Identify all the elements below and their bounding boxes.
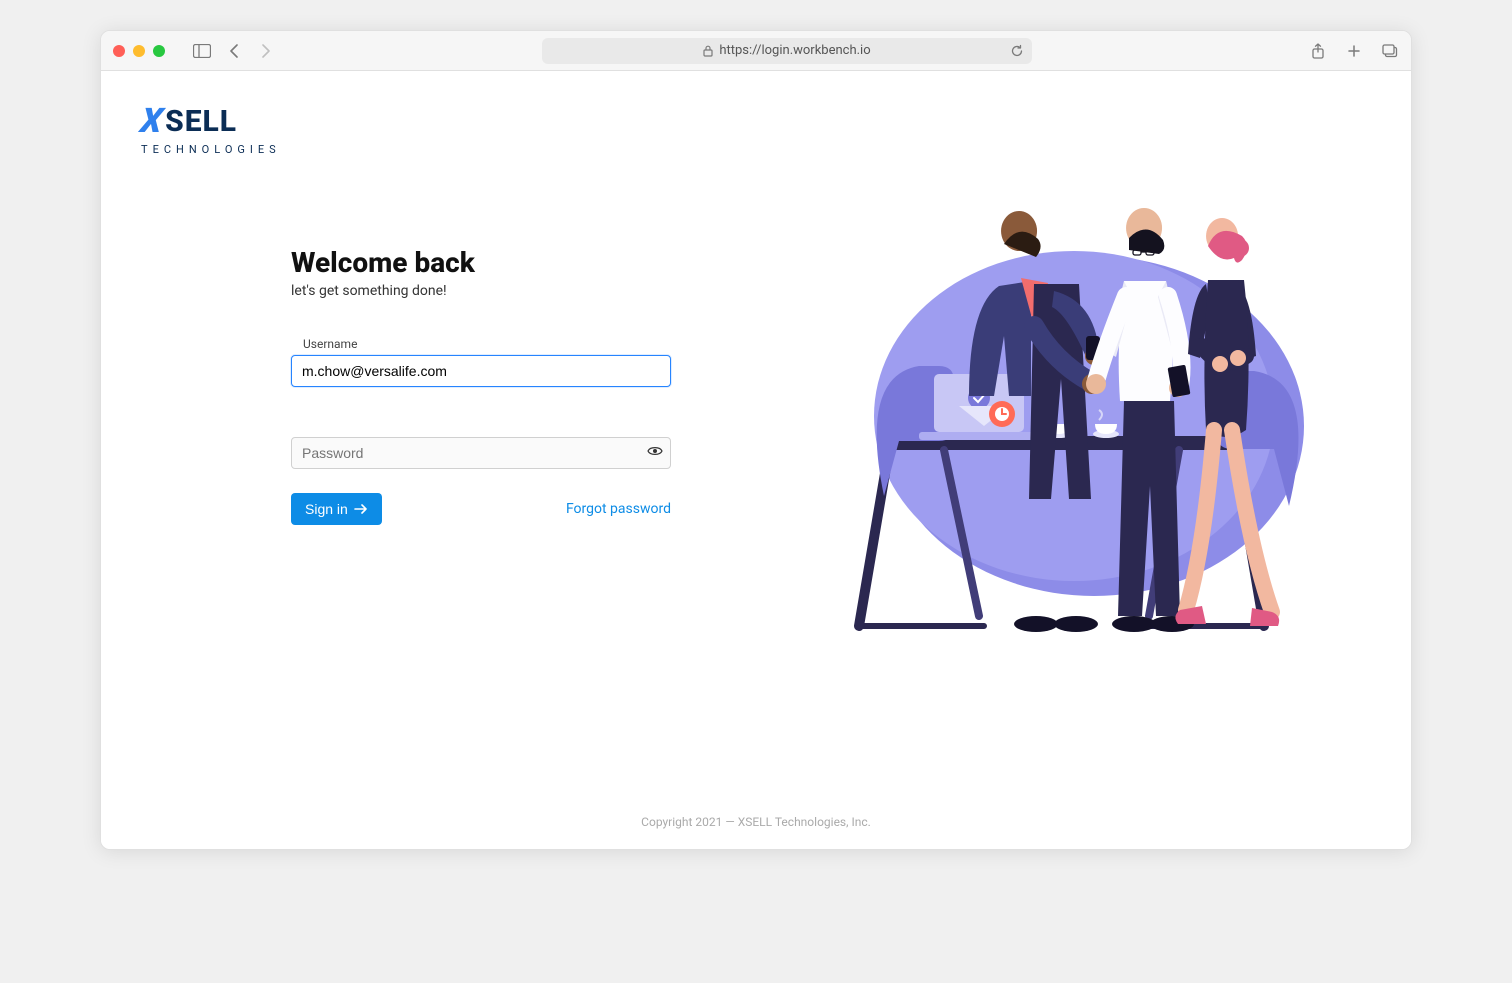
- forgot-password-link[interactable]: Forgot password: [566, 501, 671, 517]
- tabs-overview-icon[interactable]: [1381, 42, 1399, 60]
- window-controls: [113, 45, 165, 57]
- browser-window: https://login.workbench.io XSELL TE: [100, 30, 1412, 850]
- show-password-icon[interactable]: [647, 445, 663, 457]
- toolbar-right: [1309, 42, 1399, 60]
- browser-titlebar: https://login.workbench.io: [101, 31, 1411, 71]
- brand-logo: XSELL TECHNOLOGIES: [101, 71, 1411, 156]
- toolbar-left: [193, 42, 275, 60]
- new-tab-icon[interactable]: [1345, 42, 1363, 60]
- address-bar[interactable]: https://login.workbench.io: [542, 38, 1032, 64]
- username-label: Username: [303, 337, 756, 351]
- reload-icon[interactable]: [1010, 44, 1024, 58]
- page-content: XSELL TECHNOLOGIES Welcome back let's ge…: [101, 71, 1411, 849]
- footer-copyright: Copyright 2021 — XSELL Technologies, Inc…: [101, 795, 1411, 849]
- sidebar-toggle-icon[interactable]: [193, 42, 211, 60]
- maximize-window-button[interactable]: [153, 45, 165, 57]
- hero-illustration: [824, 196, 1344, 636]
- minimize-window-button[interactable]: [133, 45, 145, 57]
- logo-main: SELL: [165, 104, 237, 139]
- forward-button-icon[interactable]: [257, 42, 275, 60]
- arrow-right-icon: [354, 503, 368, 515]
- form-actions: Sign in Forgot password: [291, 493, 671, 525]
- signin-button[interactable]: Sign in: [291, 493, 382, 525]
- logo-x: X: [138, 101, 166, 141]
- close-window-button[interactable]: [113, 45, 125, 57]
- lock-icon: [703, 45, 713, 57]
- password-field-wrap: [291, 437, 671, 469]
- username-input[interactable]: [291, 355, 671, 387]
- login-form: Welcome back let's get something done! U…: [101, 156, 756, 525]
- hero-illustration-area: [756, 156, 1411, 636]
- password-input[interactable]: [291, 437, 671, 469]
- logo-subtext: TECHNOLOGIES: [141, 143, 1411, 156]
- username-field-wrap: [291, 355, 671, 387]
- back-button-icon[interactable]: [225, 42, 243, 60]
- signin-button-label: Sign in: [305, 501, 348, 517]
- share-icon[interactable]: [1309, 42, 1327, 60]
- page-title: Welcome back: [291, 246, 756, 279]
- address-bar-url: https://login.workbench.io: [719, 43, 870, 58]
- page-subtitle: let's get something done!: [291, 283, 756, 299]
